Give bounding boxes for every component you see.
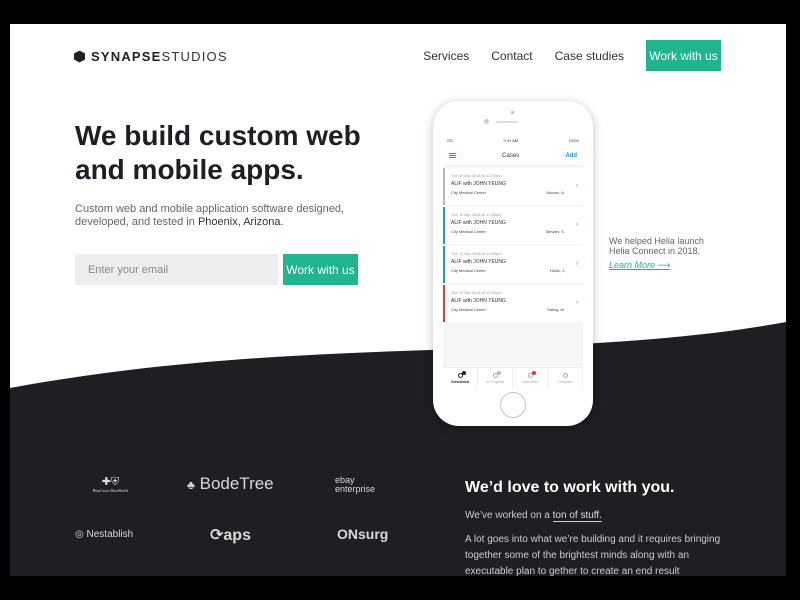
case-date: Tue, 8 Sep 2018 at 12:30pm bbox=[451, 212, 502, 217]
carrier-signal: GS bbox=[447, 137, 453, 143]
app-title: Cases bbox=[502, 152, 520, 159]
case-list-item[interactable]: Tue, 8 Sep 2018 at 12:30pm ALIF with JOHN… bbox=[443, 207, 583, 244]
logo-bluecross: ✚⛨ BlueCross BlueShield bbox=[83, 476, 138, 494]
cta-p1-text: We’ve worked on a bbox=[465, 510, 553, 521]
nav-services[interactable]: Services bbox=[423, 49, 469, 63]
nest-icon: ◎ bbox=[75, 529, 84, 540]
case-location: City Medical Center bbox=[451, 190, 486, 195]
case-name: ALIF with JOHN YEUNG bbox=[451, 181, 506, 187]
tab-scheduled[interactable]: Scheduled bbox=[443, 368, 478, 389]
logo-text-light: STUDIOS bbox=[161, 49, 228, 64]
case-location: City Medical Center bbox=[451, 229, 486, 234]
tab-badge bbox=[496, 371, 501, 375]
tab-submitted[interactable]: Submitted bbox=[513, 368, 548, 389]
case-location: City Medical Center bbox=[451, 268, 486, 273]
logo-text-bold: SYNAPSE bbox=[91, 49, 162, 64]
tab-label: In Progress bbox=[486, 380, 504, 384]
tab-badge bbox=[461, 371, 466, 375]
tree-icon: ♣ bbox=[187, 478, 195, 492]
case-date: Tue, 8 Sep 2018 at 12:30pm bbox=[451, 251, 502, 256]
logo-aps: ⟳aps bbox=[210, 525, 251, 545]
app-tab-bar: Scheduled In Progress Submitted Complete bbox=[443, 367, 583, 389]
logo-bodetree-text: BodeTree bbox=[199, 474, 274, 493]
cta-title: We’d love to work with you. bbox=[465, 479, 675, 496]
case-list-item[interactable]: Tue, 8 Sep 2018 at 12:30pm ALIF with JOHN… bbox=[443, 285, 583, 322]
battery-level: 100% bbox=[568, 137, 579, 143]
status-bar: GS 9:41 AM 100% bbox=[443, 134, 583, 146]
menu-icon[interactable] bbox=[449, 153, 456, 158]
case-name: ALIF with JOHN YEUNG bbox=[451, 220, 506, 226]
tab-label: Submitted bbox=[522, 380, 538, 384]
phone-home-button bbox=[500, 392, 526, 418]
status-time: 9:41 AM bbox=[503, 137, 519, 143]
app-navbar: Cases Add bbox=[443, 146, 583, 166]
case-list-item[interactable]: Tue, 8 Sep 2018 at 12:30pm ALIF with JOHN… bbox=[443, 246, 583, 283]
aps-swirl-icon: ⟳ bbox=[210, 527, 224, 544]
tab-icon bbox=[527, 371, 536, 378]
cta-section: We’d love to work with you. We’ve worked… bbox=[465, 479, 735, 576]
tab-complete[interactable]: Complete bbox=[548, 368, 583, 389]
nav-contact[interactable]: Contact bbox=[491, 49, 532, 63]
case-date: Tue, 8 Sep 2018 at 12:30pm bbox=[451, 173, 502, 178]
chevron-right-icon: › bbox=[576, 222, 578, 228]
logo-bodetree: ♣ BodeTree bbox=[187, 474, 274, 494]
tab-in-progress[interactable]: In Progress bbox=[478, 368, 513, 389]
hero-title: We build custom web and mobile apps. bbox=[75, 120, 361, 185]
chevron-right-icon: › bbox=[576, 183, 578, 189]
logo-bluecross-text: BlueCross BlueShield bbox=[92, 488, 129, 493]
nav-work-with-us-button[interactable]: Work with us bbox=[646, 40, 721, 71]
chevron-right-icon: › bbox=[576, 300, 578, 306]
logo[interactable]: SYNAPSESTUDIOS bbox=[74, 49, 228, 64]
page: SYNAPSESTUDIOS Services Contact Case stu… bbox=[10, 24, 786, 576]
case-location: City Medical Center bbox=[451, 307, 486, 312]
phone-sensor bbox=[484, 119, 489, 124]
case-doctor: Hollis, J. bbox=[549, 268, 565, 273]
case-name: ALIF with JOHN YEUNG bbox=[451, 259, 506, 265]
tab-label: Complete bbox=[557, 380, 573, 384]
chevron-right-icon: › bbox=[576, 261, 578, 267]
cross-shield-icon: ✚⛨ bbox=[101, 476, 120, 488]
phone-screen: GS 9:41 AM 100% Cases Add Tue, 8 Sep 201… bbox=[443, 134, 583, 389]
showcase-caption: We helped Helia launch Helia Connect in … bbox=[609, 236, 704, 256]
tab-icon bbox=[562, 373, 568, 378]
case-name: ALIF with JOHN YEUNG bbox=[451, 298, 506, 304]
hero-work-with-us-button[interactable]: Work with us bbox=[283, 254, 358, 285]
logo-nestablish: ◎ Nestablish bbox=[75, 529, 133, 540]
hero-location: Phoenix, Arizona. bbox=[197, 216, 284, 228]
phone-speaker bbox=[496, 121, 518, 123]
phone-camera bbox=[511, 111, 514, 114]
tab-badge bbox=[531, 371, 536, 375]
email-input[interactable] bbox=[75, 254, 278, 285]
case-doctor: Saling, M. bbox=[547, 307, 565, 312]
case-doctor: Mucino, A. bbox=[546, 190, 565, 195]
logo-ebay: ebay enterprise bbox=[335, 475, 376, 494]
ton-of-stuff-link[interactable]: ton of stuff. bbox=[552, 510, 602, 522]
logo-aps-text: aps bbox=[223, 527, 251, 544]
phone-mockup: GS 9:41 AM 100% Cases Add Tue, 8 Sep 201… bbox=[433, 101, 593, 426]
cta-paragraph-2: A lot goes into what we’re building and … bbox=[465, 534, 721, 576]
tab-icon bbox=[492, 371, 501, 378]
add-button[interactable]: Add bbox=[565, 153, 577, 159]
case-list-item[interactable]: Tue, 8 Sep 2018 at 12:30pm ALIF with JOHN… bbox=[443, 168, 583, 205]
nav-case-studies[interactable]: Case studies bbox=[555, 49, 624, 63]
logo-nestablish-text: Nestablish bbox=[86, 529, 134, 540]
learn-more-link[interactable]: Learn More ⟶ bbox=[609, 260, 670, 271]
case-date: Tue, 8 Sep 2018 at 12:30pm bbox=[451, 290, 502, 295]
hero-subtitle: Custom web and mobile application softwa… bbox=[75, 203, 365, 229]
tab-label: Scheduled bbox=[451, 380, 469, 384]
main-nav: Services Contact Case studies Work with … bbox=[423, 40, 721, 71]
tab-icon bbox=[457, 371, 466, 378]
hexagon-logo-icon bbox=[74, 50, 85, 63]
case-doctor: Stewart, S. bbox=[545, 229, 565, 234]
logo-onsurg: ONsurg bbox=[337, 526, 389, 542]
cta-paragraph-1: We’ve worked on a ton of stuff. bbox=[465, 510, 735, 522]
